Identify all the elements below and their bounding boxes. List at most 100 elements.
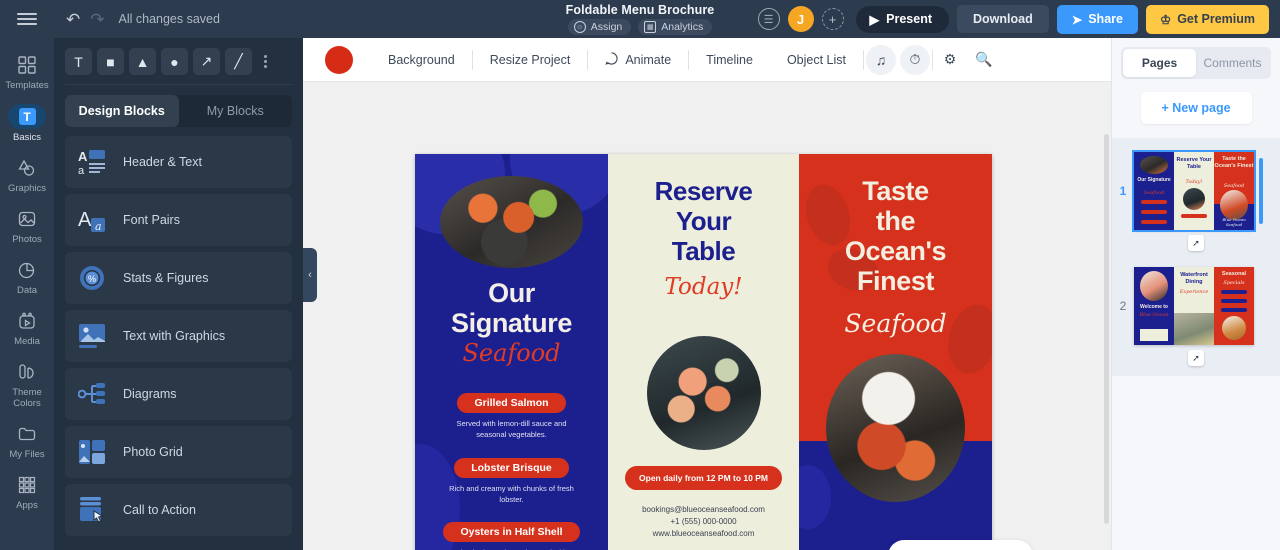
- comment-icon[interactable]: ☰: [757, 8, 780, 30]
- block-diagrams[interactable]: Diagrams: [65, 368, 292, 420]
- brochure-panel-2[interactable]: Reserve Your Table Today! Open daily fro…: [608, 154, 799, 550]
- tab-design-blocks[interactable]: Design Blocks: [65, 95, 179, 127]
- design-editor-app: ↶ ↷ All changes saved Foldable Menu Broc…: [0, 0, 1280, 550]
- shrimp-plate-photo[interactable]: [440, 176, 583, 268]
- text-graphics-icon: [78, 322, 108, 350]
- sidebar-item-apps[interactable]: Apps: [0, 466, 54, 517]
- templates-icon: [15, 53, 39, 77]
- svg-text:a: a: [78, 165, 85, 176]
- gear-icon[interactable]: ⚙: [935, 45, 965, 75]
- thumb-script: Experience: [1179, 289, 1209, 295]
- download-button[interactable]: Download: [957, 5, 1049, 33]
- timer-icon[interactable]: ⏱: [900, 44, 931, 75]
- panel2-heading: Reserve Your Table: [608, 176, 799, 266]
- sidebar-label-media: Media: [14, 336, 40, 347]
- thumb-heading: Waterfront Dining: [1180, 272, 1208, 285]
- brochure-document[interactable]: Our Signature Seafood Grilled Salmon Ser…: [415, 154, 992, 550]
- call-to-action-icon: [78, 496, 108, 524]
- thumb-panel-3: Taste the Ocean's Finest Seafood Blue Oc…: [1214, 152, 1254, 230]
- background-button[interactable]: Background: [371, 49, 472, 71]
- tab-pages[interactable]: Pages: [1123, 49, 1196, 77]
- brochure-panel-3[interactable]: Taste the Ocean's Finest Seafood Blue Oc…: [799, 154, 992, 550]
- text-tool[interactable]: T: [65, 48, 92, 75]
- avatar[interactable]: J: [787, 6, 814, 32]
- animate-button[interactable]: Animate: [588, 49, 688, 71]
- sidebar-item-templates[interactable]: Templates: [0, 46, 54, 97]
- collapse-panel-button[interactable]: ‹: [303, 248, 317, 302]
- brochure-panel-1[interactable]: Our Signature Seafood Grilled Salmon Ser…: [415, 154, 608, 550]
- sidebar-item-theme-colors[interactable]: Theme Colors: [0, 353, 54, 415]
- opening-hours-badge[interactable]: Open daily from 12 PM to 10 PM: [608, 466, 799, 490]
- more-tools-icon[interactable]: [257, 48, 273, 75]
- new-page-button[interactable]: + New page: [1140, 92, 1252, 124]
- panel3-heading-line2: the: [875, 206, 916, 236]
- tool-strip: T ■ ▲ ● ↗ ╱: [54, 38, 303, 84]
- rectangle-tool[interactable]: ■: [97, 48, 124, 75]
- block-label: Call to Action: [123, 503, 196, 517]
- basics-text-icon: T: [8, 104, 46, 129]
- assign-button[interactable]: ☺ Assign: [567, 19, 632, 35]
- duplicate-page-icon[interactable]: ➚: [1188, 350, 1204, 366]
- triangle-tool[interactable]: ▲: [129, 48, 156, 75]
- share-button[interactable]: ➤ Share: [1056, 4, 1138, 34]
- page-thumbnail-1[interactable]: Our Signature Seafood Reserve Your Table…: [1132, 150, 1256, 232]
- undo-icon[interactable]: ↶: [66, 11, 80, 28]
- thumb-heading: Welcome to: [1140, 304, 1168, 310]
- hamburger-icon[interactable]: [0, 13, 54, 25]
- thumb-heading: Seasonal: [1221, 271, 1247, 277]
- add-audio-icon[interactable]: ♫: [866, 44, 897, 75]
- background-color-swatch[interactable]: [325, 45, 353, 74]
- sidebar-item-photos[interactable]: Photos: [0, 200, 54, 251]
- block-header-and-text[interactable]: A a Header & Text: [65, 136, 292, 188]
- list-item[interactable]: 2 Welcome to Blue Ocean Waterfront Dinin…: [1112, 261, 1280, 347]
- redo-icon[interactable]: ↷: [90, 11, 104, 28]
- tab-my-blocks[interactable]: My Blocks: [179, 95, 293, 127]
- list-item[interactable]: 1 Our Signature Seafood Reserve Your Tab…: [1112, 146, 1280, 232]
- menu-item[interactable]: Oysters in Half Shell Shucked to order a…: [415, 522, 608, 550]
- preview-icon[interactable]: 🔍: [969, 45, 999, 75]
- font-pairs-icon: A a: [78, 206, 108, 234]
- canvas-scrollbar[interactable]: [1104, 134, 1109, 524]
- page-thumbnail-2[interactable]: Welcome to Blue Ocean Waterfront Dining …: [1134, 267, 1254, 345]
- thumb-panel-1: Our Signature Seafood: [1134, 152, 1174, 230]
- panel1-heading-line1: Our: [488, 278, 535, 308]
- sidebar-item-graphics[interactable]: Graphics: [0, 149, 54, 200]
- apps-grid-icon: [15, 473, 39, 497]
- sidebar-item-basics[interactable]: T Basics: [0, 97, 54, 149]
- lobster-dish-photo[interactable]: [826, 354, 965, 502]
- block-photo-grid[interactable]: Photo Grid: [65, 426, 292, 478]
- thumb-panel-2: Waterfront Dining Experience: [1174, 267, 1214, 345]
- get-premium-button[interactable]: ♔ Get Premium: [1145, 4, 1269, 34]
- sidebar-item-my-files[interactable]: My Files: [0, 415, 54, 466]
- block-call-to-action[interactable]: Call to Action: [65, 484, 292, 536]
- duplicate-page-icon[interactable]: ➚: [1188, 235, 1204, 251]
- zoom-control[interactable]: − 66%: [888, 540, 1033, 550]
- tab-comments[interactable]: Comments: [1196, 49, 1269, 77]
- sidebar-item-media[interactable]: Media: [0, 302, 54, 353]
- panel1-heading-line2: Signature: [451, 308, 572, 338]
- brush-tool[interactable]: ╱: [225, 48, 252, 75]
- add-collaborator-icon[interactable]: +: [821, 8, 844, 30]
- canvas-stage[interactable]: Our Signature Seafood Grilled Salmon Ser…: [303, 82, 1111, 550]
- line-tool[interactable]: ↗: [193, 48, 220, 75]
- resize-project-button[interactable]: Resize Project: [473, 49, 588, 71]
- block-font-pairs[interactable]: A a Font Pairs: [65, 194, 292, 246]
- canvas-area: Background Resize Project Animate Timeli…: [303, 38, 1111, 550]
- undo-redo-group: ↶ ↷: [66, 11, 105, 28]
- object-list-button[interactable]: Object List: [770, 49, 863, 71]
- block-text-with-graphics[interactable]: Text with Graphics: [65, 310, 292, 362]
- sidebar-label-photos: Photos: [12, 234, 42, 245]
- present-button[interactable]: ▶ Present: [855, 5, 950, 33]
- circle-tool[interactable]: ●: [161, 48, 188, 75]
- menu-item[interactable]: Lobster Brisque Rich and creamy with chu…: [415, 458, 608, 505]
- seafood-bowl-photo[interactable]: [647, 336, 761, 450]
- menu-item-desc: Rich and creamy with chunks of fresh lob…: [449, 484, 574, 504]
- analytics-label: Analytics: [661, 21, 704, 33]
- menu-item[interactable]: Grilled Salmon Served with lemon-dill sa…: [415, 393, 608, 440]
- timeline-button[interactable]: Timeline: [689, 49, 770, 71]
- block-stats-and-figures[interactable]: % Stats & Figures: [65, 252, 292, 304]
- share-arrow-icon: ➤: [1071, 12, 1083, 27]
- sidebar-item-data[interactable]: Data: [0, 251, 54, 302]
- analytics-button[interactable]: ▦ Analytics: [638, 19, 713, 35]
- canvas-toolbar: Background Resize Project Animate Timeli…: [303, 38, 1111, 82]
